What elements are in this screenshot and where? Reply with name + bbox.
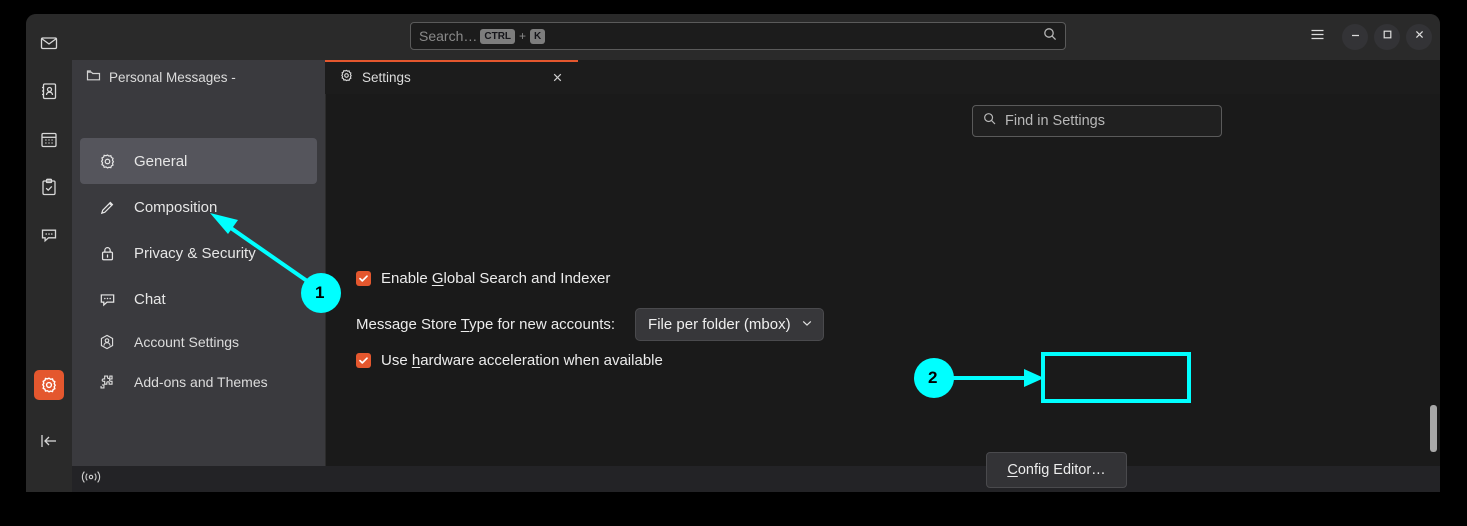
hamburger-menu-icon bbox=[1309, 26, 1326, 48]
gear-icon bbox=[39, 375, 59, 395]
settings-content-pane: Find in Settings Enable Global Search an… bbox=[325, 94, 1440, 488]
search-icon bbox=[983, 112, 997, 130]
maximize-icon bbox=[1381, 28, 1394, 46]
folder-icon bbox=[86, 68, 101, 86]
label-accesskey: h bbox=[411, 352, 421, 369]
broadcast-icon bbox=[80, 470, 102, 489]
search-icon bbox=[1043, 27, 1057, 46]
application-window: Search… CTRL + K Personal Messages - Set… bbox=[26, 14, 1440, 492]
content-vertical-scrollbar[interactable] bbox=[1430, 405, 1437, 452]
sidebar-item-label: Composition bbox=[134, 198, 218, 216]
chat-bubble-icon bbox=[96, 290, 118, 309]
sidebar-item-privacy-security[interactable]: Privacy & Security bbox=[80, 230, 317, 276]
calendar-icon bbox=[39, 129, 59, 149]
label-part-before: Message Store bbox=[356, 316, 461, 333]
config-editor-button[interactable]: Config Editor… bbox=[986, 452, 1127, 488]
sidebar-item-account-settings[interactable]: Account Settings bbox=[80, 322, 317, 362]
label-accesskey: G bbox=[431, 270, 444, 287]
annotation-badge-2-number: 2 bbox=[928, 368, 938, 387]
mail-icon bbox=[39, 33, 59, 53]
global-search-label: Enable Global Search and Indexer bbox=[381, 270, 610, 287]
close-icon bbox=[1413, 28, 1426, 46]
minimize-icon bbox=[1349, 28, 1362, 46]
search-shortcut-key: K bbox=[530, 28, 546, 44]
tab-settings[interactable]: Settings bbox=[325, 60, 578, 94]
sidebar-item-label: Privacy & Security bbox=[134, 244, 256, 262]
account-icon bbox=[96, 333, 118, 351]
hardware-acceleration-checkbox[interactable] bbox=[356, 353, 371, 368]
rail-item-collapse[interactable] bbox=[34, 426, 64, 456]
status-bar bbox=[72, 466, 1440, 492]
gear-icon bbox=[96, 152, 118, 171]
rail-item-mail[interactable] bbox=[34, 28, 64, 58]
chat-icon bbox=[39, 225, 59, 245]
label-part-after: lobal Search and Indexer bbox=[443, 270, 611, 287]
rail-item-calendar[interactable] bbox=[34, 124, 64, 154]
rail-item-settings[interactable] bbox=[34, 370, 64, 400]
tab-bar: Personal Messages - Settings bbox=[72, 60, 1440, 94]
maximize-button[interactable] bbox=[1374, 24, 1400, 50]
sidebar-item-label: Add-ons and Themes bbox=[134, 374, 268, 390]
title-bar: Search… CTRL + K bbox=[72, 14, 1440, 60]
lock-icon bbox=[96, 244, 118, 263]
hardware-acceleration-option-row[interactable]: Use hardware acceleration when available bbox=[356, 352, 663, 369]
label-part-before: Use bbox=[381, 352, 412, 369]
label-part-after: ype for new accounts: bbox=[469, 316, 616, 333]
sidebar-item-addons-and-themes[interactable]: Add-ons and Themes bbox=[80, 362, 317, 402]
search-placeholder: Search… bbox=[419, 28, 478, 44]
address-book-icon bbox=[39, 81, 59, 101]
search-shortcut-modifier: CTRL bbox=[480, 28, 516, 44]
rail-item-chat[interactable] bbox=[34, 220, 64, 250]
global-search-bar[interactable]: Search… CTRL + K bbox=[410, 22, 1066, 50]
app-menu-button[interactable] bbox=[1304, 24, 1330, 50]
sidebar-item-label: General bbox=[134, 152, 188, 170]
rail-item-address-book[interactable] bbox=[34, 76, 64, 106]
pencil-icon bbox=[96, 198, 118, 217]
tasks-icon bbox=[39, 177, 59, 197]
window-controls bbox=[1304, 14, 1432, 60]
tab-label: Settings bbox=[362, 69, 411, 85]
annotation-badge-1-number: 1 bbox=[315, 283, 325, 302]
puzzle-icon bbox=[96, 373, 118, 391]
sidebar-item-composition[interactable]: Composition bbox=[80, 184, 317, 230]
label-part-before: Enable bbox=[381, 270, 432, 287]
label-accesskey: C bbox=[1007, 462, 1018, 478]
find-in-settings-input[interactable]: Find in Settings bbox=[972, 105, 1222, 137]
app-rail bbox=[26, 14, 72, 492]
gear-icon bbox=[339, 68, 354, 86]
chevron-down-icon bbox=[801, 316, 813, 333]
config-editor-label: Config Editor… bbox=[1007, 462, 1105, 478]
label-part-after: onfig Editor… bbox=[1017, 462, 1106, 478]
label-part-after: ardware acceleration when available bbox=[420, 352, 663, 369]
tab-close-button[interactable] bbox=[551, 71, 564, 84]
message-store-type-select[interactable]: File per folder (mbox) bbox=[635, 308, 824, 341]
message-store-label: Message Store Type for new accounts: bbox=[356, 316, 615, 333]
message-store-row: Message Store Type for new accounts: Fil… bbox=[356, 308, 824, 341]
tab-personal-messages[interactable]: Personal Messages - bbox=[72, 60, 325, 94]
sidebar-item-general[interactable]: General bbox=[80, 138, 317, 184]
global-search-option-row[interactable]: Enable Global Search and Indexer bbox=[356, 270, 610, 287]
global-search-checkbox[interactable] bbox=[356, 271, 371, 286]
window-shell: Search… CTRL + K Personal Messages - Set… bbox=[72, 14, 1440, 492]
tab-label: Personal Messages - bbox=[109, 69, 236, 85]
close-button[interactable] bbox=[1406, 24, 1432, 50]
minimize-button[interactable] bbox=[1342, 24, 1368, 50]
collapse-panel-icon bbox=[38, 431, 60, 451]
label-accesskey: T bbox=[460, 316, 470, 333]
window-body: General Composition Privacy & Security C… bbox=[72, 94, 1440, 488]
sidebar-item-chat[interactable]: Chat bbox=[80, 276, 317, 322]
sidebar-item-label: Chat bbox=[134, 290, 166, 308]
settings-nav-pane: General Composition Privacy & Security C… bbox=[72, 94, 325, 466]
message-store-type-value: File per folder (mbox) bbox=[648, 316, 791, 333]
sidebar-item-label: Account Settings bbox=[134, 334, 240, 350]
hardware-acceleration-label: Use hardware acceleration when available bbox=[381, 352, 663, 369]
rail-item-tasks[interactable] bbox=[34, 172, 64, 202]
find-in-settings-placeholder: Find in Settings bbox=[1005, 113, 1105, 129]
search-shortcut-plus: + bbox=[519, 29, 527, 43]
